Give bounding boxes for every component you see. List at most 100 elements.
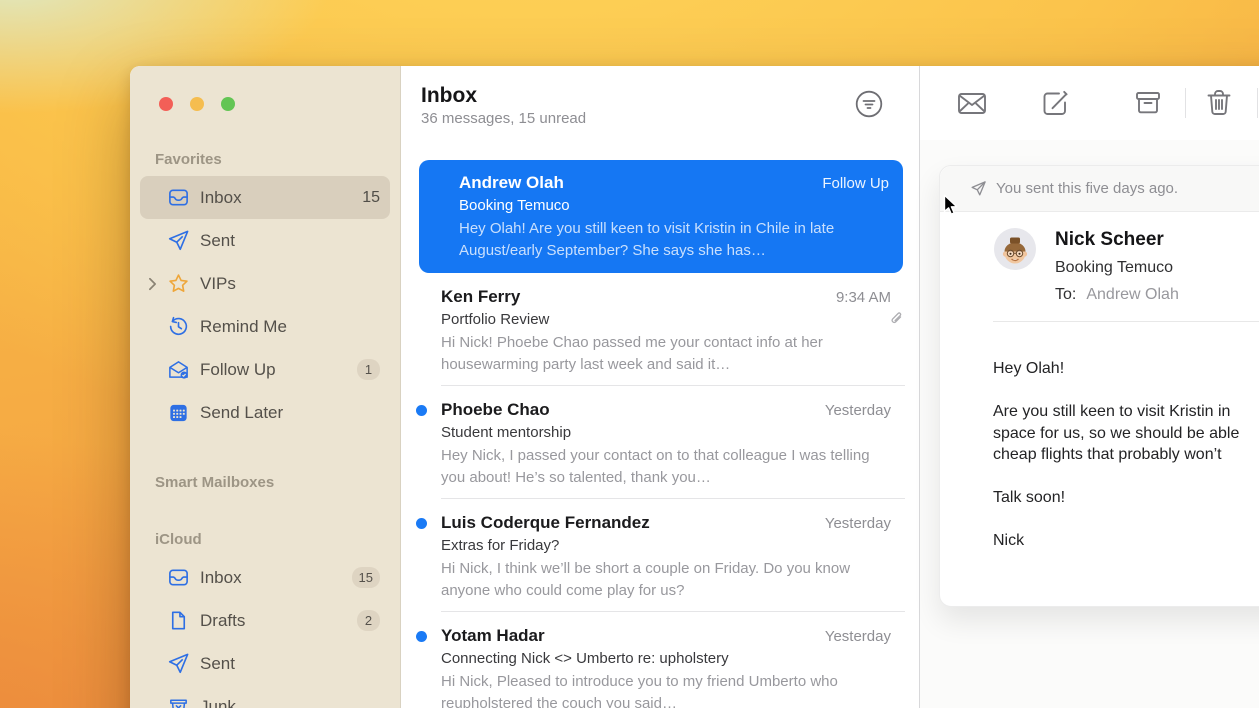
archive-box-icon [1131, 86, 1165, 120]
message-body-blank-line [993, 466, 1259, 488]
email-row-top: Luis Coderque Fernandez Yesterday [441, 512, 891, 533]
email-meta: Yesterday [825, 515, 891, 532]
compose-icon [1038, 86, 1072, 120]
message-body-line: space for us, so we should be able [993, 423, 1259, 445]
sidebar-item-label: Inbox [200, 568, 352, 588]
sidebar-item-label: Junk [200, 697, 380, 708]
list-header: Inbox 36 messages, 15 unread [401, 66, 919, 128]
paper-plane-icon [166, 229, 190, 253]
sidebar-item-label: Sent [200, 654, 380, 674]
email-preview: Hi Nick, I think we’ll be short a couple… [441, 558, 891, 601]
email-sender: Andrew Olah [459, 172, 564, 193]
to-label: To: [1055, 286, 1076, 303]
message-body-line: Are you still keen to visit Kristin in [993, 401, 1259, 423]
mouse-cursor [939, 192, 963, 218]
mailbox-title: Inbox [421, 84, 899, 108]
remind-clock-icon [166, 315, 190, 339]
message-card: You sent this five days ago. [939, 165, 1259, 607]
filter-button[interactable] [853, 88, 885, 120]
email-list-item[interactable]: Phoebe ChaoYesterday Student mentorshipHe… [401, 386, 919, 499]
zoom-button[interactable] [221, 97, 235, 111]
sidebar-sections: FavoritesInbox15SentVIPsRemind MeFollow … [130, 151, 400, 708]
unread-dot-icon [416, 631, 427, 642]
email-sender: Luis Coderque Fernandez [441, 512, 650, 533]
sender-block: Nick Scheer Booking Temuco To: Andrew Ola… [1055, 228, 1179, 304]
email-row-top: Phoebe ChaoYesterday [441, 399, 891, 420]
drafts-doc-icon [166, 609, 190, 633]
message-body: Hey Olah! Are you still keen to visit Kri… [940, 322, 1259, 552]
message-body-line: cheap flights that probably won’t [993, 444, 1259, 466]
email-list-item[interactable]: Ken Ferry9:34 AMPortfolio ReviewHi Nick!… [401, 273, 919, 386]
mail-window: FavoritesInbox15SentVIPsRemind MeFollow … [130, 66, 1259, 708]
email-preview: Hey Olah! Are you still keen to visit Kr… [459, 218, 889, 261]
sidebar-item-label: Send Later [200, 403, 380, 423]
close-button[interactable] [159, 97, 173, 111]
email-preview: Hey Nick, I passed your contact on to th… [441, 445, 891, 488]
sidebar-section-header: Smart Mailboxes [155, 474, 376, 491]
reader-pane: You sent this five days ago. [920, 66, 1259, 708]
recipient-name[interactable]: Andrew Olah [1086, 286, 1179, 303]
sidebar: FavoritesInbox15SentVIPsRemind MeFollow … [130, 66, 401, 708]
trash-icon [1202, 86, 1236, 120]
sidebar-item-remind-me[interactable]: Remind Me [140, 305, 390, 348]
email-row-top: Ken Ferry 9:34 AM [441, 286, 891, 307]
sent-banner-text: You sent this five days ago. [996, 180, 1178, 197]
sidebar-item-send-later[interactable]: Send Later [140, 391, 390, 434]
toolbar-separator [1185, 88, 1186, 118]
message-body-line: Hey Olah! [993, 358, 1259, 380]
new-message-envelope-icon [955, 86, 989, 120]
email-meta: Yesterday [825, 628, 891, 645]
email-preview: Hi Nick! Phoebe Chao passed me your cont… [441, 332, 891, 375]
sidebar-item-label: Drafts [200, 611, 357, 631]
sender-name: Nick Scheer [1055, 228, 1179, 251]
email-subject: Student mentorship [441, 423, 891, 443]
unread-count: 15 [362, 189, 380, 207]
archive-button[interactable] [1131, 86, 1165, 120]
minimize-button[interactable] [190, 97, 204, 111]
sidebar-item-label: Follow Up [200, 360, 357, 380]
email-preview: Hi Nick, Pleased to introduce you to my … [441, 671, 891, 708]
sidebar-item-label: VIPs [200, 274, 380, 294]
sidebar-item-sent[interactable]: Sent [140, 219, 390, 262]
sidebar-item-drafts[interactable]: Drafts2 [140, 599, 390, 642]
message-subject: Booking Temuco [1055, 258, 1179, 277]
sidebar-item-label: Remind Me [200, 317, 380, 337]
email-sender: Yotam Hadar [441, 625, 545, 646]
paper-plane-icon [970, 180, 987, 197]
unread-dot-icon [416, 518, 427, 529]
sidebar-item-inbox[interactable]: Inbox15 [140, 556, 390, 599]
email-list-item[interactable]: Andrew OlahFollow UpBooking TemucoHey Ol… [419, 160, 903, 273]
sent-banner: You sent this five days ago. [940, 166, 1259, 212]
delete-button[interactable] [1202, 86, 1236, 120]
chevron-right-icon[interactable] [148, 277, 166, 291]
junk-bin-icon [166, 695, 190, 708]
sidebar-section-header: Favorites [155, 151, 376, 168]
compose-button[interactable] [1038, 86, 1072, 120]
message-header: Nick Scheer Booking Temuco To: Andrew Ola… [940, 212, 1259, 304]
email-sender: Ken Ferry [441, 286, 520, 307]
email-subject: Connecting Nick <> Umberto re: upholster… [441, 649, 891, 669]
email-list: Andrew OlahFollow UpBooking TemucoHey Ol… [401, 128, 919, 708]
toolbar-separator [1257, 88, 1258, 118]
get-mail-button[interactable] [955, 86, 989, 120]
sidebar-item-follow-up[interactable]: Follow Up1 [140, 348, 390, 391]
sidebar-item-inbox[interactable]: Inbox15 [140, 176, 390, 219]
paperclip-icon [888, 310, 905, 327]
message-body-blank-line [993, 380, 1259, 402]
sidebar-item-vips[interactable]: VIPs [140, 262, 390, 305]
send-later-calendar-icon [166, 401, 190, 425]
sidebar-item-junk[interactable]: Junk [140, 685, 390, 708]
email-list-item[interactable]: Luis Coderque Fernandez Yesterday Extras f… [401, 499, 919, 612]
count-badge: 1 [357, 359, 380, 380]
email-meta: 9:34 AM [836, 289, 891, 306]
reader-content: You sent this five days ago. [920, 140, 1259, 708]
inbox-tray-icon [166, 186, 190, 210]
filter-icon [853, 88, 885, 120]
paper-plane-icon [166, 652, 190, 676]
email-list-item[interactable]: Yotam Hadar Yesterday Connecting Nick <> U… [401, 612, 919, 708]
count-badge: 15 [352, 567, 380, 588]
email-subject: Extras for Friday? [441, 536, 891, 556]
memoji-avatar-icon [994, 228, 1036, 270]
email-row-top: Andrew OlahFollow Up [459, 172, 889, 193]
sidebar-item-sent[interactable]: Sent [140, 642, 390, 685]
